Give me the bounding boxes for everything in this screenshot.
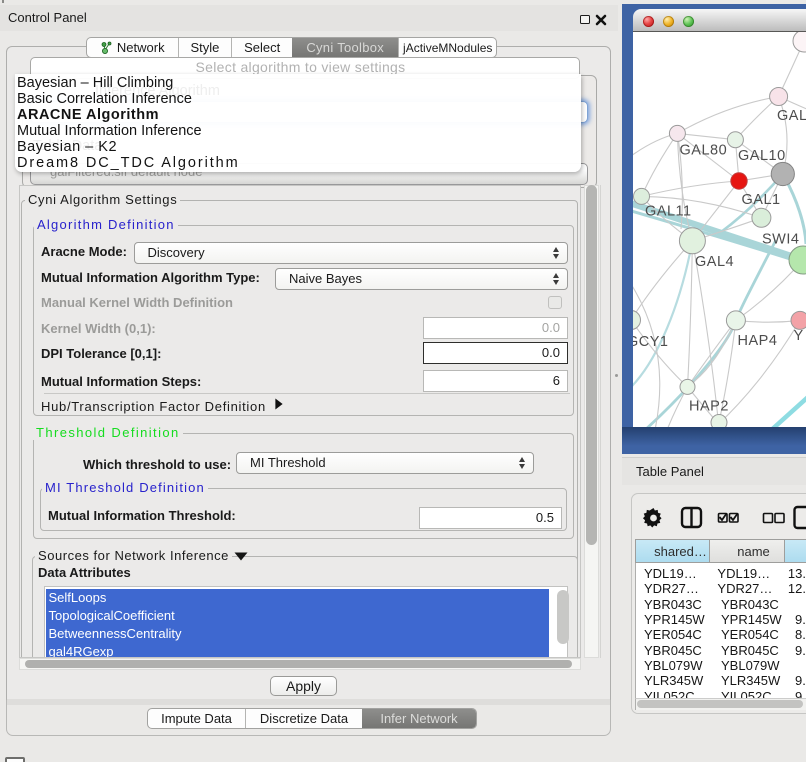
svg-text:GAL4: GAL4 [695, 254, 734, 270]
svg-text:GAL11: GAL11 [645, 204, 692, 220]
svg-text:Y: Y [794, 328, 804, 344]
svg-text:GAL10: GAL10 [738, 148, 786, 164]
svg-text:SWI4: SWI4 [762, 232, 799, 248]
svg-text:HAP2: HAP2 [689, 399, 729, 415]
svg-text:GAL: GAL [777, 108, 806, 124]
svg-text:HAP4: HAP4 [738, 333, 778, 349]
svg-text:GAL1: GAL1 [742, 192, 781, 208]
svg-text:GAL80: GAL80 [680, 143, 728, 159]
svg-text:GCY1: GCY1 [633, 334, 669, 350]
